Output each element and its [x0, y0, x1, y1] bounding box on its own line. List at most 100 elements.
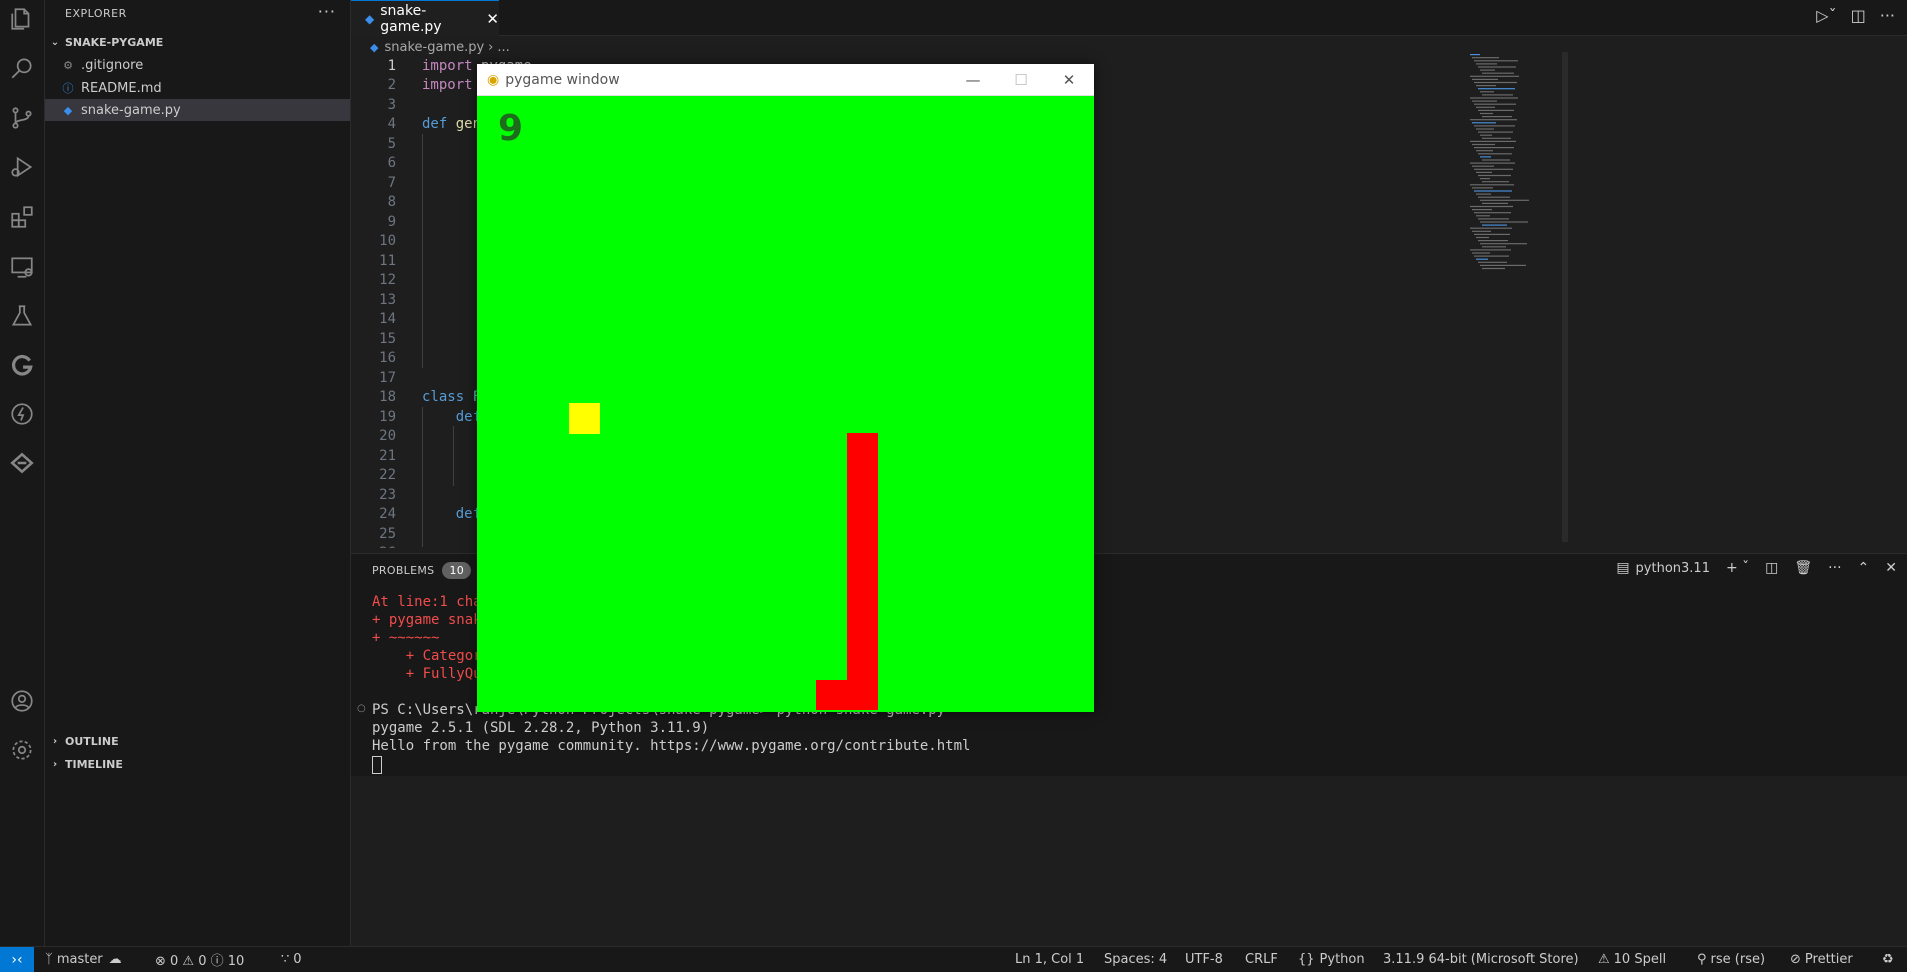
snake-head	[816, 680, 847, 710]
minimap-line	[1482, 72, 1514, 74]
minimap-line	[1476, 236, 1489, 239]
line-number: 14	[379, 311, 396, 328]
editor-scrollbar[interactable]	[1562, 52, 1568, 542]
prettier-label: Prettier	[1804, 952, 1853, 967]
run-icon[interactable]: ▷ˇ	[1816, 6, 1836, 25]
chevron-right-icon: ›	[52, 758, 58, 770]
problems-count-badge: 10	[442, 562, 472, 579]
code-keyword: import	[422, 57, 473, 74]
close-icon[interactable]: ✕	[486, 10, 499, 28]
cursor-position[interactable]: Ln 1, Col 1	[1015, 947, 1084, 972]
prettier-indicator[interactable]: ⊘ Prettier	[1790, 947, 1853, 972]
minimap-line	[1474, 81, 1517, 84]
language-mode[interactable]: {} Python	[1298, 947, 1365, 972]
pygame-title-bar[interactable]: ◉ pygame window — ☐ ✕	[477, 64, 1094, 96]
minimap-line	[1470, 97, 1518, 99]
tab-problems[interactable]: PROBLEMS 10	[372, 562, 472, 579]
split-terminal-icon[interactable]: ◫	[1765, 560, 1778, 576]
minimize-icon[interactable]: —	[949, 64, 997, 95]
line-number: 15	[379, 330, 396, 347]
line-number: 23	[379, 486, 396, 503]
minimap-line	[1470, 249, 1511, 251]
minimap-line	[1482, 202, 1508, 204]
minimap-line	[1476, 171, 1492, 173]
rse-indicator[interactable]: ⚲ rse (rse)	[1697, 947, 1765, 972]
more-actions-icon[interactable]: ···	[1880, 6, 1895, 25]
encoding[interactable]: UTF-8	[1185, 947, 1223, 972]
minimap-line	[1474, 103, 1516, 105]
terminal-line: At line:1 char	[372, 594, 491, 610]
minimap-line	[1482, 224, 1507, 226]
minimap-line	[1474, 233, 1510, 235]
breadcrumb-file[interactable]: snake-game.py	[384, 40, 484, 55]
line-number: 11	[379, 252, 396, 269]
python-interpreter[interactable]: 3.11.9 64-bit (Microsoft Store)	[1383, 947, 1579, 972]
more-actions-icon[interactable]: ···	[1828, 560, 1841, 576]
tab-snake-game[interactable]: ◆ snake-game.py ✕	[351, 0, 499, 36]
project-folder[interactable]: ⌄ SNAKE-PYGAME	[45, 31, 350, 53]
extensions-icon[interactable]	[8, 203, 36, 231]
breadcrumb-more[interactable]: ...	[497, 40, 509, 55]
code-keyword: class	[422, 389, 465, 406]
minimap-line	[1474, 255, 1509, 257]
source-control-icon[interactable]	[8, 104, 36, 132]
prettier-icon: ⊘	[1790, 952, 1801, 967]
gitlens-icon[interactable]	[8, 351, 36, 379]
minimap-line	[1472, 57, 1499, 59]
spell-checker[interactable]: ⚠ 10 Spell	[1598, 947, 1666, 972]
file-item-gitignore[interactable]: ⚙ .gitignore	[45, 54, 350, 76]
terminal-cursor	[372, 756, 382, 774]
line-number: 25	[379, 525, 396, 542]
terminal-name[interactable]: python3.11	[1636, 561, 1710, 576]
split-editor-icon[interactable]: ◫	[1851, 6, 1866, 25]
run-debug-icon[interactable]	[8, 153, 36, 181]
minimap-line	[1474, 212, 1511, 214]
outline-section[interactable]: › OUTLINE	[45, 730, 350, 752]
more-actions-icon[interactable]: ···	[318, 2, 336, 21]
minimap-line	[1478, 88, 1515, 90]
problems-label: PROBLEMS	[372, 564, 435, 577]
trash-icon[interactable]: 🗑	[1794, 560, 1812, 576]
terminal-status-circle-icon: ○	[357, 703, 366, 714]
end-of-line[interactable]: CRLF	[1245, 947, 1278, 972]
file-item-snake-game[interactable]: ◆ snake-game.py	[45, 99, 350, 121]
maximize-panel-icon[interactable]: ⌃	[1858, 560, 1870, 576]
explorer-icon[interactable]	[8, 5, 36, 33]
terminal-icon: ▤	[1616, 560, 1630, 576]
file-name: README.md	[81, 80, 162, 96]
thunder-client-icon[interactable]	[8, 400, 36, 428]
close-panel-icon[interactable]: ✕	[1885, 560, 1897, 576]
minimap-line	[1480, 91, 1494, 93]
gitignore-file-icon: ⚙	[63, 58, 73, 72]
line-number: 6	[387, 155, 396, 172]
terminal-line: + Category	[372, 648, 491, 664]
problems-indicator[interactable]: ⊗ 0 ⚠ 0 ⓘ 10	[155, 947, 244, 972]
broadcast-icon: ∵	[281, 952, 290, 967]
settings-gear-icon[interactable]	[8, 736, 36, 764]
code-identifier: gen	[447, 116, 482, 133]
remote-explorer-icon[interactable]	[8, 253, 36, 281]
line-number: 24	[379, 506, 396, 523]
timeline-section[interactable]: › TIMELINE	[45, 753, 350, 775]
git-branch[interactable]: ᛉ master ☁	[45, 947, 122, 972]
remote-indicator-icon[interactable]: ›‹	[0, 947, 34, 972]
search-icon[interactable]	[8, 54, 36, 82]
close-window-icon[interactable]: ✕	[1045, 64, 1093, 95]
notifications-bell-icon[interactable]: ♻	[1882, 947, 1894, 972]
file-item-readme[interactable]: ⓘ README.md	[45, 77, 350, 99]
line-number: 12	[379, 272, 396, 289]
minimap-line	[1476, 128, 1494, 130]
minimap[interactable]	[1466, 52, 1562, 282]
indentation[interactable]: Spaces: 4	[1104, 947, 1167, 972]
line-number: 3	[387, 96, 396, 113]
codegpt-icon[interactable]	[8, 449, 36, 477]
maximize-icon[interactable]: ☐	[997, 64, 1045, 95]
pygame-window[interactable]: ◉ pygame window — ☐ ✕ 9	[477, 64, 1094, 712]
new-terminal-icon[interactable]: + ˇ	[1726, 560, 1749, 576]
testing-icon[interactable]	[8, 302, 36, 330]
account-icon[interactable]	[8, 687, 36, 715]
ports-indicator[interactable]: ∵ 0	[281, 947, 302, 972]
minimap-line	[1472, 122, 1496, 124]
minimap-line	[1478, 153, 1512, 155]
minimap-line	[1482, 116, 1512, 118]
